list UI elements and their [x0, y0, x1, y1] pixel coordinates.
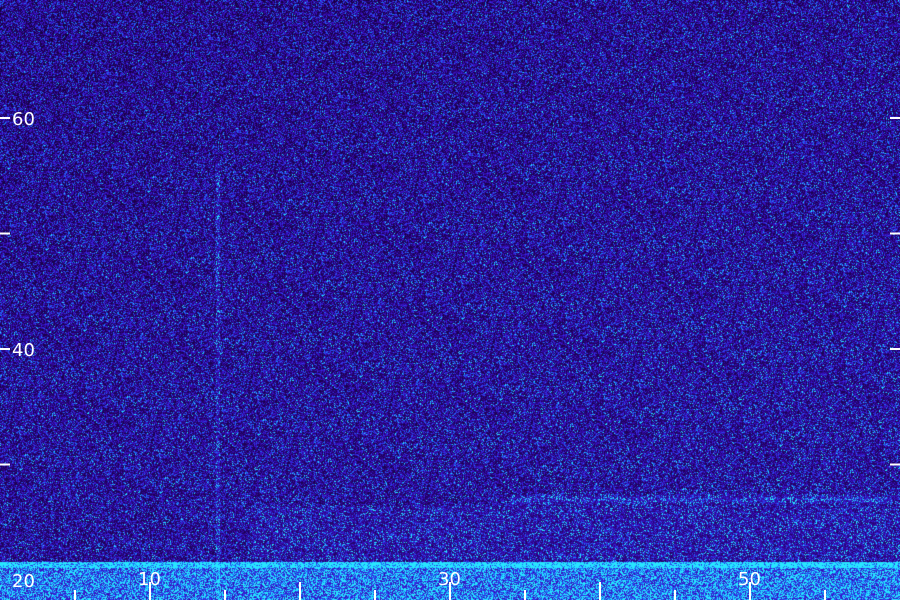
chart-axes: 10 30 50 20 40 60 [0, 109, 900, 600]
y-tick-label: 20 [12, 571, 35, 592]
x-tick-label: 30 [438, 569, 461, 590]
spectrogram-chart: 10 30 50 20 40 60 [0, 0, 900, 600]
x-tick-label: 50 [738, 569, 761, 590]
y-tick-label: 40 [12, 340, 35, 361]
y-tick-label: 60 [12, 109, 35, 130]
x-tick-label: 10 [138, 569, 161, 590]
